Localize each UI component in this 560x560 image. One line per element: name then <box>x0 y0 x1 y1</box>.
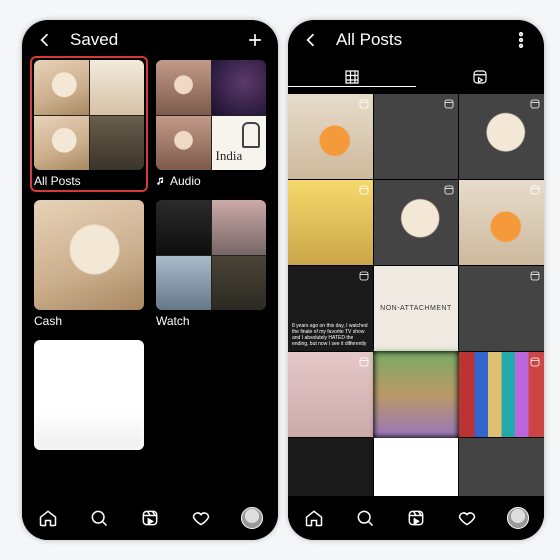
reel-badge-icon <box>529 355 541 367</box>
phone-all-posts-screen: All Posts 8 years ago on this day, I wat… <box>288 20 544 540</box>
profile-icon[interactable] <box>241 507 263 529</box>
home-icon[interactable] <box>37 507 59 529</box>
view-tabs <box>288 60 544 95</box>
reel-badge-icon <box>358 269 370 281</box>
tab-reels[interactable] <box>416 68 544 86</box>
post-thumb[interactable] <box>459 266 544 351</box>
post-thumb[interactable] <box>288 94 373 179</box>
reel-badge-icon <box>443 183 455 195</box>
reel-badge-icon <box>358 183 370 195</box>
activity-icon[interactable] <box>190 507 212 529</box>
post-thumb[interactable] <box>459 352 544 437</box>
collection-blank[interactable] <box>34 340 144 450</box>
header: All Posts <box>288 20 544 60</box>
collection-label: Cash <box>34 314 144 328</box>
reel-badge-icon <box>358 355 370 367</box>
collection-all-posts[interactable]: All Posts <box>34 60 144 188</box>
post-thumb[interactable] <box>459 438 544 496</box>
post-caption: 8 years ago on this day, I watched the f… <box>292 323 369 347</box>
tab-grid[interactable] <box>288 68 416 87</box>
collection-audio[interactable]: India Audio <box>156 60 266 188</box>
post-thumb[interactable]: How would an Indian Res... <box>288 438 373 496</box>
phone-saved-screen: Saved All Posts India <box>22 20 278 540</box>
reel-badge-icon <box>529 269 541 281</box>
post-title: NON-ATTACHMENT <box>374 266 459 351</box>
post-thumb[interactable] <box>288 180 373 265</box>
bottom-nav <box>22 496 278 540</box>
search-icon[interactable] <box>354 507 376 529</box>
collection-label: Audio <box>170 174 201 188</box>
reels-icon[interactable] <box>405 507 427 529</box>
post-thumb[interactable] <box>459 94 544 179</box>
header: Saved <box>22 20 278 60</box>
collection-watch[interactable]: Watch <box>156 200 266 328</box>
india-text: India <box>216 148 243 164</box>
back-icon[interactable] <box>300 29 322 51</box>
activity-icon[interactable] <box>456 507 478 529</box>
collection-cash[interactable]: Cash <box>34 200 144 328</box>
post-grid: 8 years ago on this day, I watched the f… <box>288 94 544 496</box>
collection-label: Watch <box>156 314 266 328</box>
reel-badge-icon <box>358 97 370 109</box>
post-thumb[interactable] <box>374 180 459 265</box>
music-icon <box>156 176 166 186</box>
page-title: Saved <box>70 30 118 50</box>
post-thumb[interactable] <box>288 352 373 437</box>
search-icon[interactable] <box>88 507 110 529</box>
post-thumb[interactable] <box>459 180 544 265</box>
reel-badge-icon <box>529 97 541 109</box>
avatar <box>507 507 529 529</box>
reels-icon[interactable] <box>139 507 161 529</box>
more-icon[interactable] <box>510 29 532 51</box>
post-thumb[interactable]: NON-ATTACHMENT <box>374 266 459 351</box>
avatar <box>241 507 263 529</box>
home-icon[interactable] <box>303 507 325 529</box>
collections-grid: All Posts India Audio Cash <box>22 60 278 462</box>
back-icon[interactable] <box>34 29 56 51</box>
post-thumb[interactable]: gift a song <box>374 438 459 496</box>
collection-label: All Posts <box>34 174 144 188</box>
reel-badge-icon <box>529 183 541 195</box>
post-thumb[interactable] <box>374 94 459 179</box>
page-title: All Posts <box>336 30 402 50</box>
add-collection-icon[interactable] <box>244 29 266 51</box>
profile-icon[interactable] <box>507 507 529 529</box>
post-thumb[interactable] <box>374 352 459 437</box>
reel-badge-icon <box>443 97 455 109</box>
post-thumb[interactable]: 8 years ago on this day, I watched the f… <box>288 266 373 351</box>
bottom-nav <box>288 496 544 540</box>
